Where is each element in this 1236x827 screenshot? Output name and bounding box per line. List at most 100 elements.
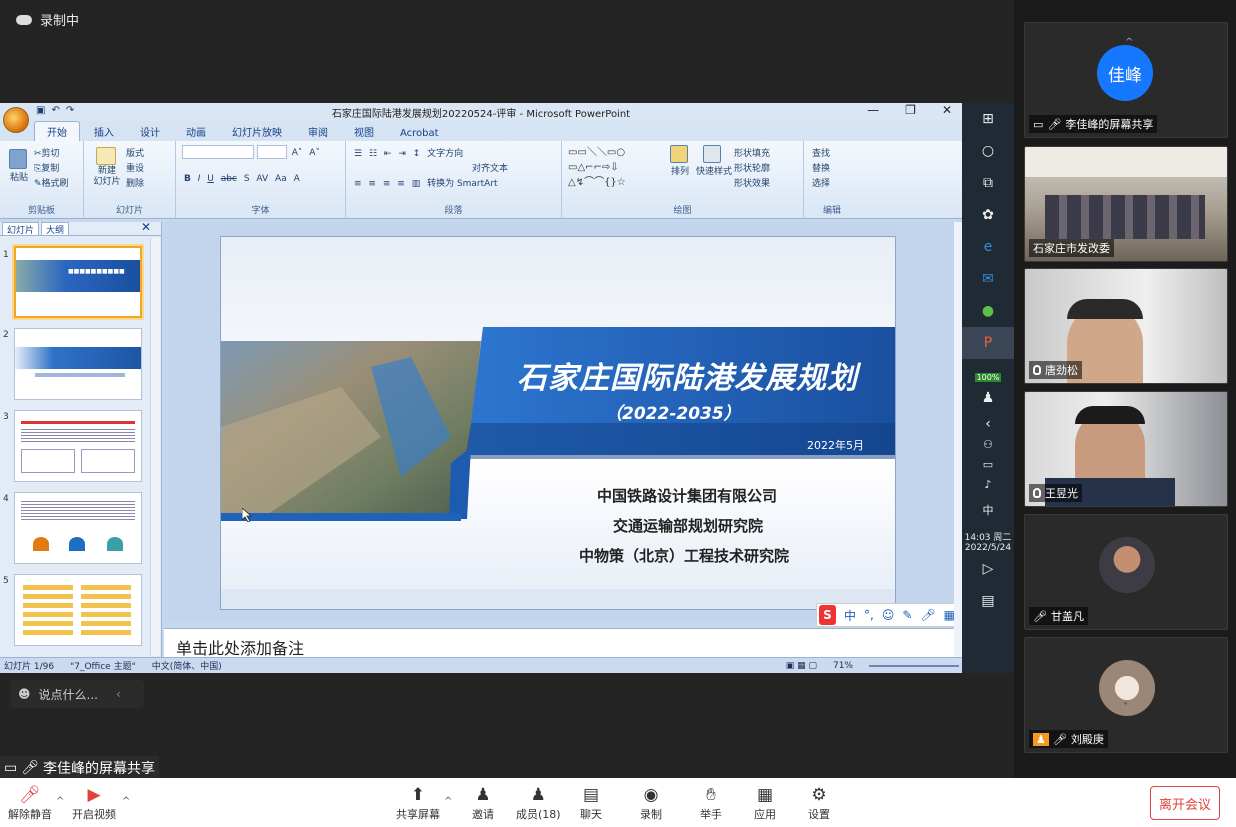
- find-button[interactable]: 查找: [812, 146, 830, 159]
- tab-acrobat[interactable]: Acrobat: [388, 126, 451, 141]
- tab-view[interactable]: 视图: [342, 122, 386, 141]
- tab-design[interactable]: 设计: [128, 122, 172, 141]
- audio-options-chevron-icon[interactable]: ^: [56, 796, 64, 807]
- zoom-slider[interactable]: [869, 664, 959, 667]
- font-size-field[interactable]: [256, 145, 287, 159]
- shape-effects-button[interactable]: 形状效果: [734, 176, 770, 189]
- chevron-left-icon[interactable]: ‹: [962, 414, 1014, 434]
- select-button[interactable]: 选择: [812, 176, 830, 189]
- tab-slides-pane[interactable]: 幻灯片: [2, 222, 40, 236]
- view-buttons[interactable]: ▣ ▦ ▢: [786, 661, 817, 671]
- task-view-icon[interactable]: ⧉: [962, 167, 1014, 199]
- 360-icon[interactable]: ●: [962, 295, 1014, 327]
- close-pane-icon[interactable]: ✕: [137, 220, 155, 234]
- tab-animation[interactable]: 动画: [174, 122, 218, 141]
- minimize-button[interactable]: —: [867, 103, 879, 117]
- participant-tile[interactable]: 唐劲松: [1024, 268, 1228, 384]
- shapes-gallery[interactable]: ▭▭＼＼▭○ ▭△⌐⌐⇨⇩ △↯⌒⌒{}☆: [568, 145, 666, 190]
- maximize-button[interactable]: ❐: [905, 103, 916, 117]
- format-painter-button[interactable]: ✎格式刷: [34, 176, 69, 189]
- font-color-button[interactable]: A: [294, 174, 300, 184]
- quick-styles-button[interactable]: 快速样式: [696, 164, 732, 177]
- align-left-button[interactable]: ≡: [354, 179, 362, 189]
- new-slide-button[interactable]: 新建 幻灯片: [93, 166, 120, 188]
- indent-button[interactable]: ⇤: [384, 149, 392, 159]
- font-name-field[interactable]: [182, 145, 254, 159]
- tab-home[interactable]: 开始: [34, 121, 80, 141]
- chevron-left-icon[interactable]: ‹: [116, 687, 121, 701]
- emoji-icon[interactable]: ☺: [882, 608, 895, 622]
- mail-icon[interactable]: ✉: [962, 263, 1014, 295]
- smartart-button[interactable]: 转换为 SmartArt: [427, 176, 497, 189]
- chat-input[interactable]: ☻ 说点什么... ‹: [10, 680, 144, 708]
- outdent-button[interactable]: ⇥: [398, 149, 406, 159]
- slide-scrollbar[interactable]: [954, 222, 962, 658]
- reset-button[interactable]: 重设: [126, 161, 144, 174]
- redo-icon[interactable]: ↷: [66, 105, 74, 116]
- shape-outline-button[interactable]: 形状轮廓: [734, 161, 770, 174]
- tab-slideshow[interactable]: 幻灯片放映: [220, 122, 294, 141]
- app-icon[interactable]: ✿: [962, 199, 1014, 231]
- sogou-icon[interactable]: S: [819, 605, 836, 625]
- bullets-button[interactable]: ☰: [354, 149, 362, 159]
- slide-thumbnail-3[interactable]: [14, 410, 142, 482]
- notes-pane[interactable]: 单击此处添加备注: [164, 628, 954, 658]
- emoji-icon[interactable]: ☻: [18, 687, 31, 701]
- ime-mode[interactable]: 中: [844, 607, 856, 624]
- search-icon[interactable]: ○: [962, 135, 1014, 167]
- align-right-button[interactable]: ≡: [383, 179, 391, 189]
- ie-browser-icon[interactable]: e: [962, 231, 1014, 263]
- align-center-button[interactable]: ≡: [368, 179, 376, 189]
- participant-tile[interactable]: 🎤︎ 甘盖凡: [1024, 514, 1228, 630]
- line-spacing-button[interactable]: ↕: [413, 149, 421, 159]
- tab-insert[interactable]: 插入: [82, 122, 126, 141]
- columns-button[interactable]: ▥: [412, 179, 421, 189]
- underline-button[interactable]: U: [207, 174, 214, 184]
- tab-review[interactable]: 审阅: [296, 122, 340, 141]
- text-direction-button[interactable]: 文字方向: [427, 146, 463, 159]
- italic-button[interactable]: I: [198, 174, 201, 184]
- shrink-font-button[interactable]: A˅: [309, 148, 320, 158]
- leave-meeting-button[interactable]: 离开会议: [1150, 786, 1220, 820]
- slide-thumbnail-4[interactable]: [14, 492, 142, 564]
- align-text-button[interactable]: 对齐文本: [472, 161, 508, 174]
- paste-button[interactable]: 粘贴: [10, 170, 28, 183]
- shadow-button[interactable]: S: [244, 174, 250, 184]
- char-spacing-button[interactable]: AV: [256, 174, 268, 184]
- participant-tile[interactable]: 石家庄市发改委: [1024, 146, 1228, 262]
- slide-thumbnail-2[interactable]: [14, 328, 142, 400]
- share-screen-button[interactable]: ⬆ 共享屏幕: [396, 784, 440, 822]
- grow-font-button[interactable]: A˄: [292, 148, 303, 158]
- undo-icon[interactable]: ↶: [51, 105, 59, 116]
- participant-tile[interactable]: ^ 佳峰 ▭ 🎤︎ 李佳峰的屏幕共享: [1024, 22, 1228, 138]
- taskbar-ime[interactable]: 中: [962, 494, 1014, 526]
- punctuation-icon[interactable]: °,: [864, 608, 874, 622]
- share-options-chevron-icon[interactable]: ^: [444, 796, 452, 807]
- person-icon[interactable]: ♟: [962, 382, 1014, 414]
- arrange-button[interactable]: 排列: [671, 164, 689, 177]
- participant-tile[interactable]: ˅ ♟ 🎤︎ 刘殿庚: [1024, 637, 1228, 753]
- members-button[interactable]: ♟ 成员(18): [516, 784, 561, 822]
- strikethrough-button[interactable]: abc: [221, 174, 237, 184]
- start-video-button[interactable]: ▶︎ 开启视频: [72, 784, 116, 822]
- slides-pane-scrollbar[interactable]: [150, 238, 160, 656]
- layout-button[interactable]: 版式: [126, 146, 144, 159]
- bold-button[interactable]: B: [184, 174, 191, 184]
- invite-button[interactable]: ♟ 邀请: [472, 784, 494, 822]
- justify-button[interactable]: ≡: [397, 179, 405, 189]
- voice-icon[interactable]: 🎤︎: [920, 608, 935, 622]
- change-case-button[interactable]: Aa: [275, 174, 287, 184]
- notification-icon[interactable]: ▤: [962, 585, 1014, 617]
- slide-thumbnail-5[interactable]: [14, 574, 142, 646]
- replace-button[interactable]: 替换: [812, 161, 830, 174]
- cut-button[interactable]: ✂剪切: [34, 146, 60, 159]
- raise-hand-button[interactable]: ✋︎ 举手: [700, 784, 722, 822]
- tab-outline-pane[interactable]: 大纲: [41, 222, 70, 236]
- participant-tile[interactable]: 王昱光: [1024, 391, 1228, 507]
- windows-start-icon[interactable]: ⊞: [962, 103, 1014, 135]
- chevron-down-icon[interactable]: ˅: [1123, 702, 1128, 713]
- settings-button[interactable]: ⚙ 设置: [808, 784, 830, 822]
- chat-button[interactable]: ▤ 聊天: [580, 784, 602, 822]
- save-icon[interactable]: ▣: [36, 105, 45, 116]
- apps-button[interactable]: ▦ 应用: [754, 784, 776, 822]
